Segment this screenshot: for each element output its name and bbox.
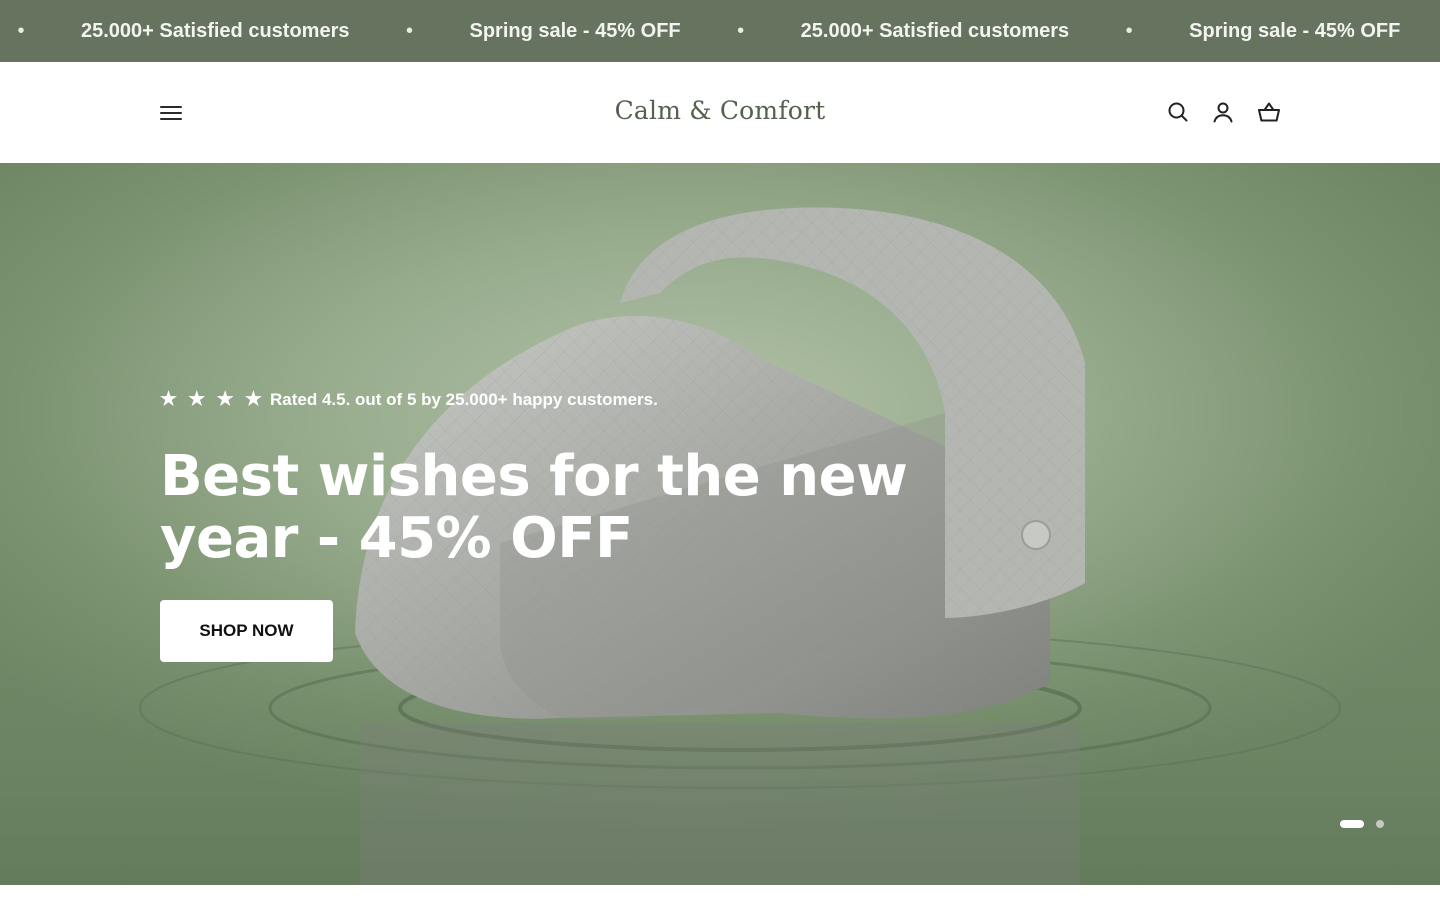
rating-text: Rated 4.5. out of 5 by 25.000+ happy cus… <box>269 389 658 409</box>
shop-now-button[interactable]: SHOP NOW <box>160 600 333 662</box>
slide-dot[interactable] <box>1376 820 1384 828</box>
hero-banner: ★ ★ ★ ★ Rated 4.5. out of 5 by 25.000+ h… <box>0 163 1440 885</box>
search-icon[interactable] <box>1166 100 1190 124</box>
slide-dot-active[interactable] <box>1340 820 1364 828</box>
account-icon[interactable] <box>1211 100 1235 124</box>
store-logo[interactable]: Calm & Comfort <box>520 96 920 125</box>
cart-icon[interactable] <box>1257 100 1281 124</box>
announcement-item: 25.000+ Satisfied customers <box>81 19 350 42</box>
rating-line: ★ ★ ★ ★ Rated 4.5. out of 5 by 25.000+ h… <box>160 388 658 411</box>
announcement-item: Spring sale - 45% OFF <box>1189 19 1401 42</box>
rating-stars-icon: ★ ★ ★ ★ <box>160 389 265 410</box>
separator-dot: • <box>737 19 745 42</box>
separator-dot: • <box>1125 19 1133 42</box>
hero-title: Best wishes for the new year - 45% OFF <box>160 444 908 571</box>
announcement-item: 25.000+ Satisfied customers <box>800 19 1070 42</box>
menu-icon[interactable] <box>156 100 186 126</box>
site-header: Calm & Comfort <box>0 62 1440 163</box>
announcement-track: • 25.000+ Satisfied customers • Spring s… <box>0 0 1439 62</box>
announcement-bar: • 25.000+ Satisfied customers • Spring s… <box>0 0 1440 62</box>
separator-dot: • <box>17 19 25 42</box>
slider-pagination <box>1340 820 1384 828</box>
separator-dot: • <box>405 19 413 42</box>
announcement-item: Spring sale - 45% OFF <box>469 19 681 42</box>
